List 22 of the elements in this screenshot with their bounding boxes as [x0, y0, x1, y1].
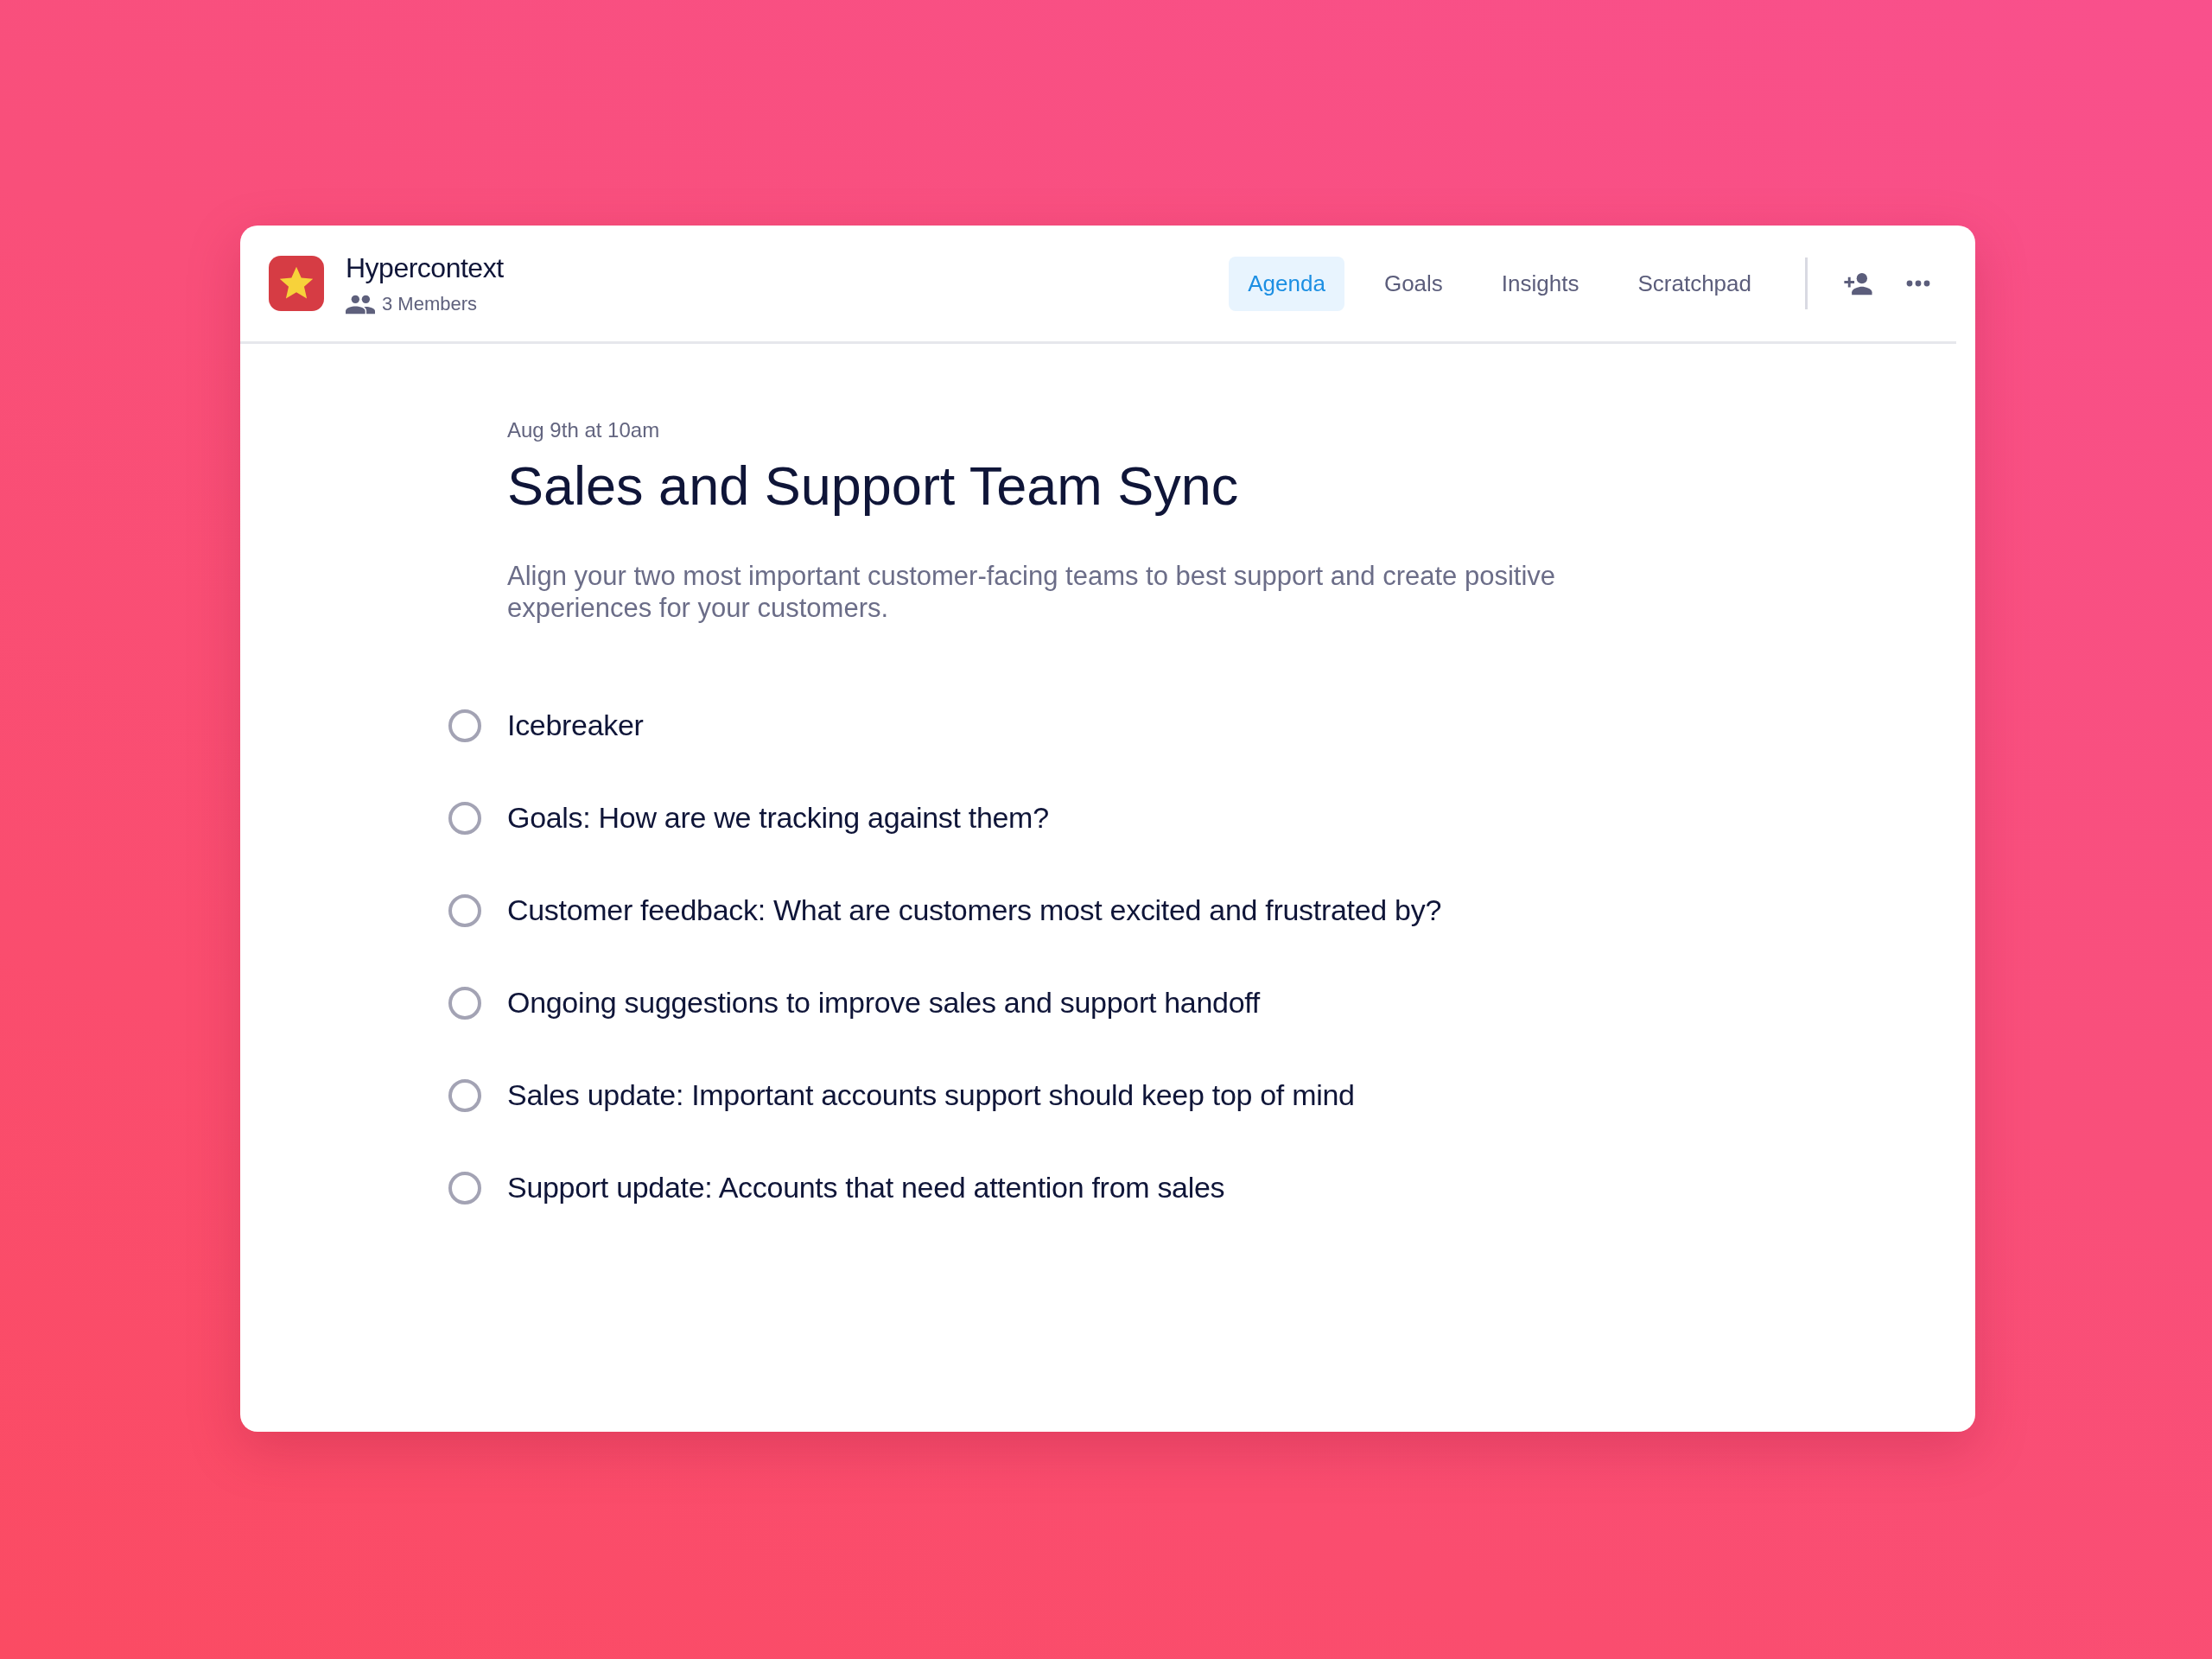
- workspace-name: Hypercontext: [346, 251, 504, 284]
- agenda-item[interactable]: Customer feedback: What are customers most excited and frustrated by?: [507, 893, 1441, 927]
- agenda-item[interactable]: Icebreaker: [507, 709, 644, 742]
- agenda-item[interactable]: Sales update: Important accounts support should keep top of mind: [507, 1078, 1355, 1112]
- nav-tab[interactable]: Scratchpad: [1618, 256, 1770, 311]
- meeting-title: Sales and Support Team Sync: [507, 454, 1240, 517]
- meeting-date: Aug 9th at 10am: [507, 418, 661, 442]
- members-count[interactable]: 3 Members: [382, 292, 478, 315]
- agenda-item[interactable]: Goals: How are we tracking against them?: [507, 801, 1049, 835]
- checkbox[interactable]: [448, 801, 481, 835]
- checkbox[interactable]: [448, 1078, 481, 1112]
- nav-tab[interactable]: Goals: [1364, 256, 1462, 311]
- people-icon: [346, 293, 375, 315]
- nav-tab[interactable]: Insights: [1482, 256, 1599, 311]
- checkbox[interactable]: [448, 986, 481, 1020]
- star-logo-icon: [269, 256, 324, 311]
- agenda-item[interactable]: Support update: Accounts that need attention from sales: [507, 1171, 1225, 1205]
- agenda-item[interactable]: Ongoing suggestions to improve sales and support handoff: [507, 986, 1260, 1020]
- checkbox[interactable]: [448, 709, 481, 742]
- checkbox[interactable]: [448, 1171, 481, 1205]
- checkbox[interactable]: [448, 893, 481, 927]
- meeting-description: Align your two most important customer-facing teams to best support and create positive experiences for your customers.: [507, 560, 1556, 624]
